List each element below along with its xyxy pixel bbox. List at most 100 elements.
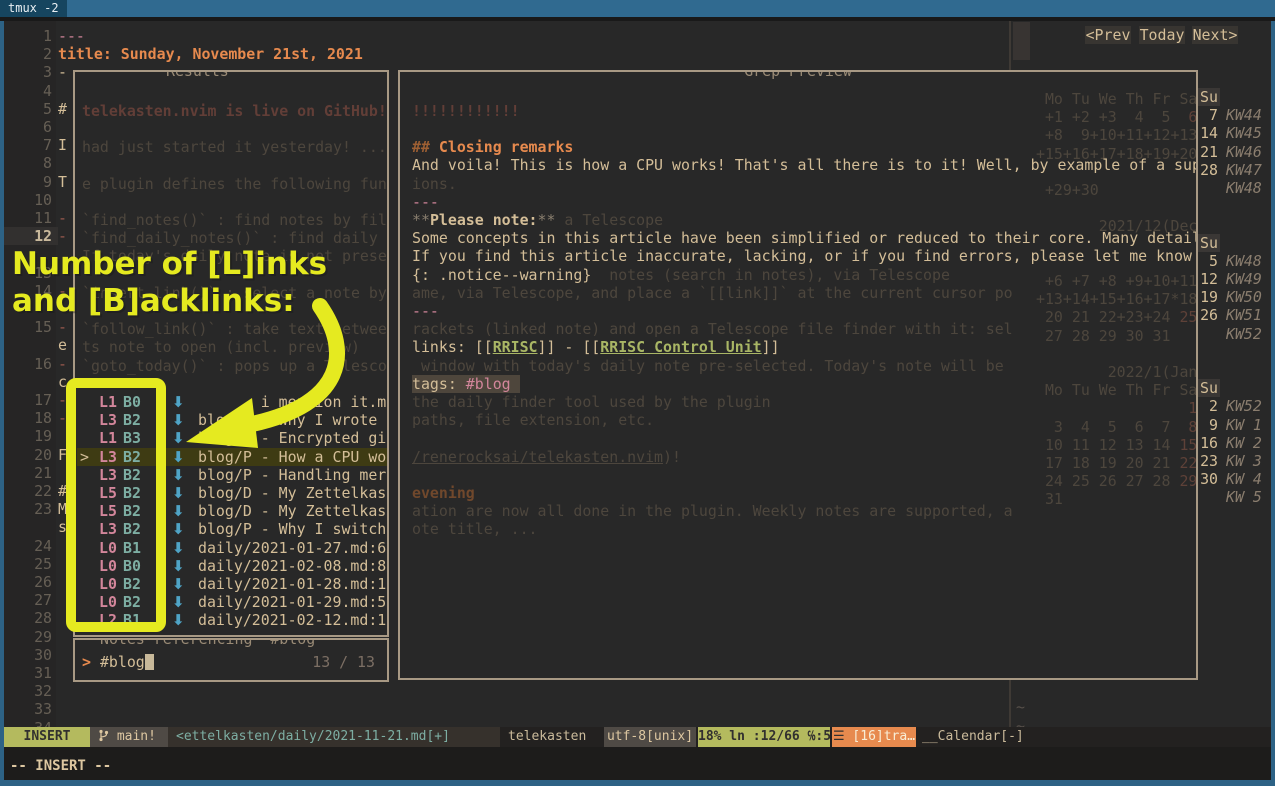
calendar-week-number: KW51 [1226, 306, 1262, 324]
tab-label: [16]tra… [852, 729, 915, 744]
line-number: 33 [16, 700, 52, 718]
text-segment: 33 [34, 700, 52, 718]
text-segment: ⬇ [172, 520, 184, 538]
line-number: 21 [16, 464, 52, 482]
tmux-titlebar: tmux -2 [0, 0, 1275, 17]
calendar-day-sunday[interactable]: 28 [1196, 161, 1218, 179]
text-segment: 31 [1036, 490, 1063, 508]
preview-line: ## Closing remarks [412, 138, 573, 156]
line-number: 31 [16, 664, 52, 682]
text-segment: +6 +7 +8 +9+10+11 [1036, 272, 1197, 290]
calendar-days-dim: +1 +2 +3 4 5 6 [1036, 108, 1197, 126]
result-item-text: daily/2021-01-27.md:6: [198, 539, 389, 557]
calendar-day-sunday[interactable]: 21 [1196, 143, 1218, 161]
scrollbar-thumb[interactable] [1013, 22, 1030, 60]
tab-segment[interactable]: ☰ [16]tra… [832, 727, 916, 747]
calendar-days-dim: 3 4 5 6 7 8 [1036, 418, 1197, 436]
text-segment: 4 [43, 82, 52, 100]
text-segment: - [58, 63, 67, 81]
search-input[interactable]: > #blog [82, 653, 154, 671]
calendar-day-sunday[interactable]: 9 [1196, 416, 1218, 434]
text-segment: daily/2021-02-12.md:10 [198, 611, 389, 629]
text-segment: 8 [1179, 418, 1197, 436]
text-segment: Mo Tu We Th Fr Sa [1036, 90, 1197, 108]
calendar-days-dim: 1 [1036, 399, 1197, 417]
tmux-session-tab[interactable]: tmux -2 [0, 0, 67, 17]
text-segment: 6 [43, 118, 52, 136]
calendar-day-sunday[interactable]: 7 [1196, 106, 1218, 124]
text-segment: 5 [43, 100, 52, 118]
calendar-today-button[interactable]: Today [1139, 26, 1185, 44]
text-segment: - [58, 355, 67, 373]
calendar-day-sunday[interactable]: 2 [1196, 397, 1218, 415]
calendar-day-sunday[interactable]: 26 [1196, 306, 1218, 324]
text-segment: KW47 [1226, 161, 1262, 179]
text-segment: links: [[ [412, 338, 493, 356]
text-segment: 22 [1179, 454, 1197, 472]
text-segment: 18 [34, 409, 52, 427]
calendar-week-number: KW52 [1226, 397, 1262, 415]
text-segment: 12 [34, 227, 52, 245]
text-segment: 5 [1209, 252, 1218, 270]
buffer-text: - [58, 318, 67, 336]
preview-line: window with today's daily note pre-selec… [412, 357, 1004, 375]
line-number: 27 [16, 591, 52, 609]
telescope-prompt-window[interactable]: Notes referencing `#blog` > #blog 13 / 1… [73, 638, 389, 682]
calendar-day-sunday[interactable]: 23 [1196, 452, 1218, 470]
preview-line: --- [412, 302, 439, 320]
text-segment: ame, via Telescope, and place a `[[link]… [412, 284, 1013, 302]
text-segment: daily/2021-02-08.md:8: [198, 557, 389, 575]
text-segment: 27 28 29 30 31 [1036, 327, 1170, 345]
text-segment: ⬇ [172, 611, 184, 629]
result-item-text: blog/D - My Zettelkast [198, 484, 389, 502]
text-segment: 14 [1200, 124, 1218, 142]
text-segment: 19 [1200, 288, 1218, 306]
terminal-bottom-border [0, 780, 1275, 786]
calendar-day-sunday[interactable]: 14 [1196, 124, 1218, 142]
text-segment: KW52 [1226, 397, 1262, 415]
text-segment: 28 [34, 609, 52, 627]
note-down-arrow-icon: ⬇ [172, 520, 184, 538]
buffer-bleed-text: telekasten.nvim is live on GitHub! [82, 102, 387, 120]
buffer-text: # [58, 100, 67, 118]
text-segment: 24 25 26 27 28 [1036, 472, 1179, 490]
text-segment: KW 5 [1226, 488, 1262, 506]
plugin-name: telekasten [508, 727, 586, 747]
note-down-arrow-icon: ⬇ [172, 575, 184, 593]
text-segment: 16 [1200, 434, 1218, 452]
line-number: 9 [16, 173, 52, 191]
preview-line: ame, via Telescope, and place a `[[link]… [412, 284, 1013, 302]
preview-line: And voila! This is how a CPU works! That… [412, 156, 1198, 174]
buffer-text: T [58, 173, 67, 191]
text-segment: KW50 [1226, 288, 1262, 306]
text-segment: ions. [412, 175, 457, 193]
text-segment: KW49 [1226, 270, 1262, 288]
text-segment: KW51 [1226, 306, 1262, 324]
calendar-prev-button[interactable]: <Prev [1085, 26, 1131, 44]
preview-line: tags: #blog [412, 375, 520, 393]
calendar-days-dim: Mo Tu We Th Fr Sa [1036, 381, 1197, 399]
buffer-bleed-text: e plugin defines the following fun [82, 175, 387, 193]
calendar-day-sunday[interactable]: 12 [1196, 270, 1218, 288]
calendar-day-sunday[interactable]: 30 [1196, 470, 1218, 488]
calendar-day-sunday[interactable]: 5 [1196, 252, 1218, 270]
calendar-next-button[interactable]: Next> [1192, 26, 1238, 44]
text-segment: 24 [34, 537, 52, 555]
annotation-text: Number of [L]inks and [B]acklinks: [12, 246, 327, 320]
text-segment: `find_notes()` : find notes by fil [82, 211, 387, 229]
terminal-screen: tmux -2 <Prev Today Next> ~ ~ 1---2title… [0, 0, 1275, 786]
preview-line: the daily finder tool used by the plugin [412, 393, 771, 411]
calendar-day-sunday[interactable]: 16 [1196, 434, 1218, 452]
text-segment: 12 [1200, 270, 1218, 288]
text-segment: 30 [34, 646, 52, 664]
calendar-sunday-header: Su [1198, 234, 1220, 252]
text-segment: )! [663, 448, 681, 466]
result-item-text: daily/2021-02-12.md:10 [198, 611, 389, 629]
text-segment: 6 [1179, 108, 1197, 126]
text-segment: - [58, 227, 67, 245]
calendar-sunday-header: Su [1198, 379, 1220, 397]
calendar-day-sunday[interactable]: 19 [1196, 288, 1218, 306]
calendar-days-dim: Mo Tu We Th Fr Sa [1036, 90, 1197, 108]
calendar-week-number: KW47 [1226, 161, 1262, 179]
text-segment: 20 21 22+23+24 [1036, 308, 1179, 326]
